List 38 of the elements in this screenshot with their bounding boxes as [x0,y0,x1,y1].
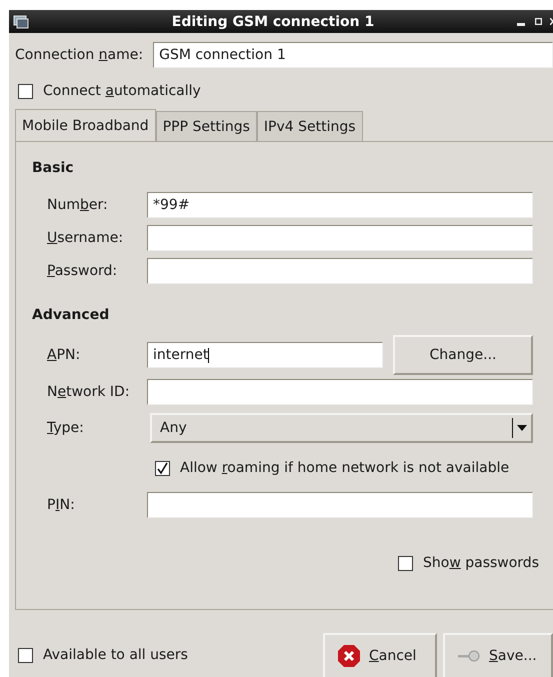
type-dropdown[interactable]: Any [150,413,533,443]
input-field[interactable] [147,378,533,404]
save-button[interactable]: Save... [443,633,553,677]
key-icon [457,650,481,662]
checkbox[interactable] [398,556,413,570]
field-label: Type: [47,420,85,436]
section-title: Basic [32,160,75,176]
section-title: Advanced [32,307,110,323]
field-label: Username: [47,230,124,246]
checkbox[interactable] [155,460,170,476]
window-icon [13,14,29,28]
input-field[interactable]: internet [147,342,383,368]
input-field[interactable] [147,224,533,250]
field-label: APN: [47,347,82,363]
tab[interactable]: PPP Settings [156,111,257,142]
cancel-button[interactable]: Cancel [323,633,437,677]
checkbox-label: Allow roaming if home network is not available [180,460,510,476]
field-label: PIN: [47,496,76,512]
input-field[interactable] [147,258,533,284]
maximize-icon[interactable] [535,18,542,25]
tab[interactable]: IPv4 Settings [256,111,363,142]
window-title: Editing GSM connection 1 [170,14,376,30]
checkbox-label: Available to all users [43,647,188,663]
input-field[interactable]: *99# [147,192,533,218]
checkbox-label: Connect automatically [43,83,201,99]
field-label: Network ID: [47,384,131,400]
cancel-icon [337,644,361,668]
change-button[interactable]: Change... [393,335,533,375]
checkbox-label: Show passwords [423,555,539,571]
input-field[interactable]: GSM connection 1 [153,42,553,68]
field-label: Number: [47,196,109,212]
field-label: Connection name: [15,47,144,63]
caret-icon [517,425,527,431]
tab[interactable]: Mobile Broadband [15,109,156,142]
checkbox[interactable] [18,648,33,662]
field-label: Password: [47,262,118,278]
input-field[interactable] [147,492,533,518]
checkbox[interactable] [18,84,33,98]
